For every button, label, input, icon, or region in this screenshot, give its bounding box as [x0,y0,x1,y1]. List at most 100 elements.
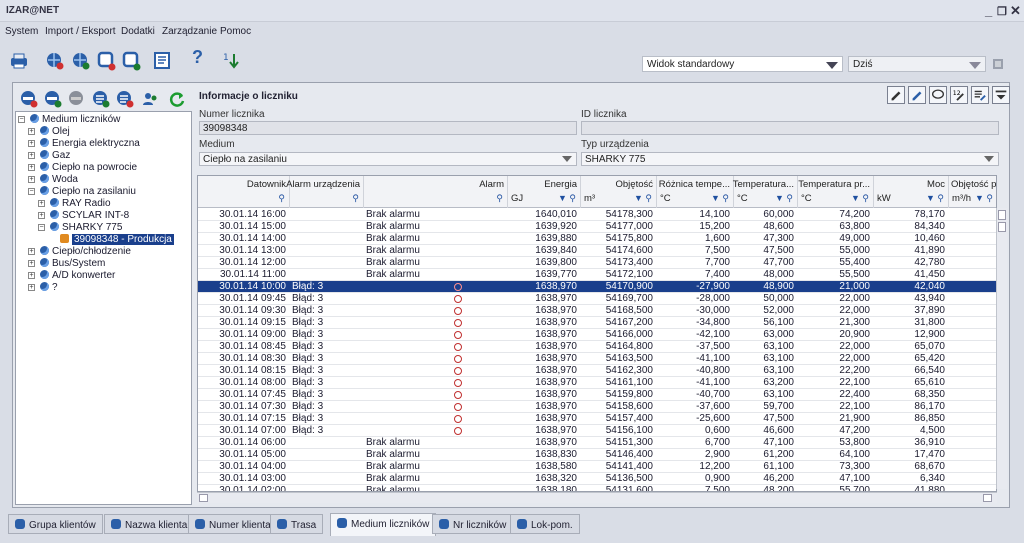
menu-pomoc[interactable]: Pomoc [220,26,251,37]
tree-node[interactable]: 39098348 - Produkcja [60,234,174,246]
collapse-toggle[interactable]: − [18,116,25,123]
node-add-icon[interactable] [19,89,39,109]
list-edit-icon[interactable] [971,86,989,104]
table-row[interactable]: 30.01.14 08:00 Błąd: 3 1638,970 54161,100 -4… [198,377,996,389]
tree-node[interactable]: Gaz [40,150,70,162]
filter-icon[interactable]: ▼ ⚲ [634,193,652,204]
tree-node[interactable]: Energia elektryczna [40,138,140,150]
menu-import-export[interactable]: Import / Eksport [45,26,116,37]
group-add-icon[interactable] [91,89,111,109]
column-header[interactable]: Objętość m³ ▼ ⚲ [581,176,657,208]
column-header[interactable]: Datownik ⚲ [198,176,290,208]
filter-icon[interactable]: ▼ ⚲ [775,193,793,204]
tree-node[interactable]: SCYLAR INT-8 [50,210,129,222]
expand-toggle[interactable]: + [28,272,35,279]
column-header[interactable]: Różnica tempe... °C ▼ ⚲ [657,176,734,208]
device-add-icon[interactable] [96,50,118,72]
globe-refresh-icon[interactable] [70,50,92,72]
tab-4[interactable]: Trasa [270,514,324,534]
expand-toggle[interactable]: + [28,176,35,183]
tab-5[interactable]: Medium liczników [330,513,437,536]
table-row[interactable]: 30.01.14 12:00 Brak alarmu 1639,800 54173,4… [198,257,996,269]
filter-icon[interactable]: ▼ ⚲ [711,193,729,204]
group-edit-icon[interactable] [115,89,135,109]
scroll-right-icon[interactable] [983,494,992,502]
device-edit-icon[interactable] [121,50,143,72]
filter-icon[interactable]: ⚲ [278,193,285,204]
expand-toggle[interactable]: + [38,200,45,207]
column-header[interactable]: Alarm ⚲ [364,176,508,208]
edit-pencil-icon[interactable] [887,86,905,104]
tab-3[interactable]: Numer klienta [188,514,278,534]
table-row[interactable]: 30.01.14 09:45 Błąd: 3 1638,970 54169,700 -2… [198,293,996,305]
expand-toggle[interactable]: + [28,152,35,159]
tree-node[interactable]: SHARKY 775 [50,222,122,234]
checklist-icon[interactable] [152,50,174,72]
filter-icon[interactable]: ▼ ⚲ [975,193,993,204]
sort-icon[interactable]: 1 [220,50,242,72]
tree-node[interactable]: Ciepło na zasilaniu [40,186,136,198]
comment-icon[interactable] [929,86,947,104]
filter-icon[interactable]: ▼ ⚲ [851,193,869,204]
list-icon[interactable] [992,58,1004,70]
tree-node[interactable]: Ciepło/chłodzenie [40,246,131,258]
table-row[interactable]: 30.01.14 09:15 Błąd: 3 1638,970 54167,200 -3… [198,317,996,329]
globe-add-icon[interactable] [44,50,66,72]
menu-zarzadzanie[interactable]: Zarządzanie [162,26,217,37]
table-row[interactable]: 30.01.14 04:00 Brak alarmu 1638,580 54141,4… [198,461,996,473]
node-delete-icon[interactable] [67,89,87,109]
scroll-thumb[interactable] [998,222,1006,232]
table-row[interactable]: 30.01.14 09:00 Błąd: 3 1638,970 54166,000 -4… [198,329,996,341]
table-row[interactable]: 30.01.14 07:00 Błąd: 3 1638,970 54156,100 0,… [198,425,996,437]
expand-toggle[interactable]: + [28,248,35,255]
users-icon[interactable] [141,89,161,109]
tree-node[interactable]: Woda [40,174,78,186]
node-edit-icon[interactable] [43,89,63,109]
column-header[interactable]: Temperatura... °C ▼ ⚲ [733,176,798,208]
printer-icon[interactable] [8,50,30,72]
menu-dodatki[interactable]: Dodatki [121,26,155,37]
medium-select[interactable]: Ciepło na zasilaniu [199,152,577,166]
minimize-icon[interactable]: _ [985,3,992,18]
collapse-icon[interactable] [992,86,1010,104]
tab-1[interactable]: Grupa klientów [8,514,103,534]
device-type-select[interactable]: SHARKY 775 [581,152,999,166]
meter-tree[interactable]: − Medium liczników + Olej + Energia elektrycz… [15,111,192,505]
tree-node[interactable]: Bus/System [40,258,105,270]
expand-toggle[interactable]: + [28,164,35,171]
table-row[interactable]: 30.01.14 03:00 Brak alarmu 1638,320 54136,5… [198,473,996,485]
table-row[interactable]: 30.01.14 16:00 Brak alarmu 1640,010 54178,3… [198,209,996,221]
table-row[interactable]: 30.01.14 06:00 Brak alarmu 1638,970 54151,3… [198,437,996,449]
filter-icon[interactable]: ⚲ [352,193,359,204]
table-row[interactable]: 30.01.14 07:15 Błąd: 3 1638,970 54157,400 -2… [198,413,996,425]
date-select[interactable]: Dziś [848,56,986,72]
vertical-scrollbar[interactable] [996,208,1007,489]
expand-toggle[interactable]: + [28,260,35,267]
expand-toggle[interactable]: + [28,140,35,147]
tree-node[interactable]: Olej [40,126,70,138]
tab-7[interactable]: Lok-pom. [510,514,580,534]
table-row[interactable]: 30.01.14 13:00 Brak alarmu 1639,840 54174,6… [198,245,996,257]
refresh-icon[interactable] [167,89,187,109]
table-row[interactable]: 30.01.14 05:00 Brak alarmu 1638,830 54146,4… [198,449,996,461]
tab-2[interactable]: Nazwa klienta [104,514,195,534]
scroll-up-icon[interactable] [998,210,1006,220]
column-header[interactable]: Energia GJ ▼ ⚲ [508,176,581,208]
table-row[interactable]: 30.01.14 07:30 Błąd: 3 1638,970 54158,600 -3… [198,401,996,413]
expand-toggle[interactable]: + [28,128,35,135]
expand-toggle[interactable]: + [38,212,45,219]
number-edit-icon[interactable]: 12 [950,86,968,104]
meter-id-field[interactable] [581,121,999,135]
table-row[interactable]: 30.01.14 15:00 Brak alarmu 1639,920 54177,0… [198,221,996,233]
table-row[interactable]: 30.01.14 08:30 Błąd: 3 1638,970 54163,500 -4… [198,353,996,365]
tree-node[interactable]: Ciepło na powrocie [40,162,137,174]
tree-node[interactable]: ? [40,282,58,294]
edit-note-icon[interactable] [908,86,926,104]
table-row[interactable]: 30.01.14 08:45 Błąd: 3 1638,970 54164,800 -3… [198,341,996,353]
scroll-left-icon[interactable] [199,494,208,502]
table-row[interactable]: 30.01.14 07:45 Błąd: 3 1638,970 54159,800 -4… [198,389,996,401]
collapse-toggle[interactable]: − [38,224,45,231]
tree-node[interactable]: A/D konwerter [40,270,115,282]
table-row[interactable]: 30.01.14 11:00 Brak alarmu 1639,770 54172,1… [198,269,996,281]
help-icon[interactable]: ? [192,47,214,69]
